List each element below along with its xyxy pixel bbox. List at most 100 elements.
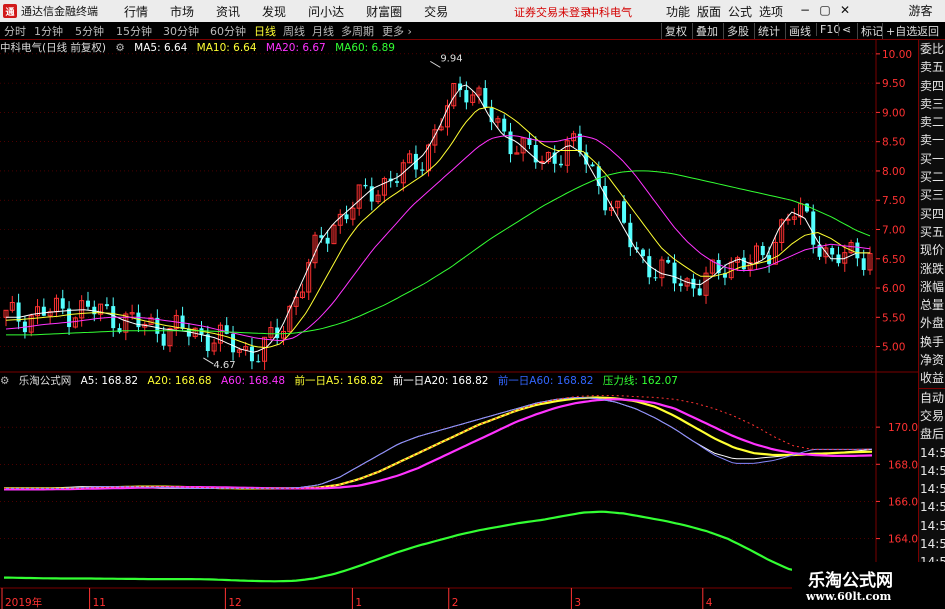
candle-body [344, 214, 349, 220]
menu-market[interactable]: 市场 [170, 3, 194, 20]
main-y-tick-label: 8.00 [882, 166, 905, 178]
mark-button[interactable]: 标记 [857, 23, 883, 39]
sidebar-time-label: 交易 [920, 408, 945, 423]
x-tick-label: 12 [228, 597, 241, 609]
high-price-label: 9.94 [440, 53, 462, 64]
candle-body [502, 118, 507, 132]
menu-formula[interactable]: 公式 [728, 3, 752, 20]
period-1min[interactable]: 1分钟 [34, 23, 63, 39]
watermark-url: www.60lt.com [806, 590, 892, 603]
candle-body [830, 247, 835, 255]
candle-body [855, 242, 860, 259]
menu-wealth-circle[interactable]: 财富圈 [366, 3, 402, 20]
add-watchlist-button[interactable]: +自选 [882, 23, 917, 39]
menu-news[interactable]: 资讯 [216, 3, 240, 20]
sidebar-quote-label: 卖二 [920, 115, 945, 130]
sidebar-quote-label: 卖四 [920, 78, 945, 93]
share-icon[interactable]: ⋖ [838, 23, 851, 36]
quote-sidebar: 委比 卖五 卖四 卖三 卖二 卖一 买一 买二 买三 买四 买五 现价 涨跌 涨幅 总量 外盘 换手 净资 收益 自… [918, 40, 945, 609]
candlestick-series [3, 76, 873, 370]
menu-discover[interactable]: 发现 [262, 3, 286, 20]
candle-body [785, 218, 791, 221]
candle-body [464, 90, 469, 103]
price-annotations: 9.94 4.67 [203, 53, 463, 371]
chart-area[interactable]: 10.00 9.50 9.00 8.50 8.00 7.50 7.00 6.50 6.00 5.5… [0, 40, 918, 609]
main-y-tick-label: 8.50 [882, 137, 905, 149]
ma-line-ma20 [5, 135, 871, 342]
stock-name-title: 中科电气 [588, 6, 632, 19]
x-tick-label: 4 [706, 597, 713, 609]
candle-body [60, 298, 65, 309]
draw-line-button[interactable]: 画线 [785, 23, 811, 39]
low-price-label: 4.67 [213, 360, 235, 371]
candle-body [622, 201, 627, 223]
indicator-name: 乐淘公式网 [18, 375, 72, 387]
back-button[interactable]: 返回 [914, 23, 939, 39]
high-marker [430, 60, 441, 68]
period-30min[interactable]: 30分钟 [163, 23, 199, 39]
candle-body [861, 258, 866, 270]
indicator-lines [4, 395, 873, 583]
trade-login-status[interactable]: 证券交易未登录 [514, 4, 591, 20]
indicator-legend: ⚙ 乐淘公式网 A5: 168.82 A20: 168.68 A60: 168.… [0, 373, 684, 389]
low-marker [203, 357, 214, 365]
candle-body [395, 181, 400, 183]
ma60-label: MA60: 6.89 [335, 42, 395, 54]
maximize-icon[interactable]: ▢ [818, 3, 832, 17]
indicator-settings-icon[interactable]: ⚙ [0, 375, 9, 387]
sidebar-quote-label: 收益 [920, 371, 945, 386]
indicator-line [4, 510, 872, 583]
candle-body [16, 302, 21, 322]
sidebar-time-label: 14:56 [920, 463, 945, 478]
indicator-y-tick-label: 168.0 [888, 459, 918, 471]
auto-trade-label[interactable]: 自动 [919, 389, 945, 407]
indicator-a60-label: A60: 168.48 [220, 375, 286, 387]
x-tick-label: 1 [355, 597, 362, 609]
guest-button[interactable]: 游客 [896, 0, 945, 22]
sidebar-quote-label: 外盘 [920, 316, 945, 331]
sidebar-quote-label: 现价 [920, 243, 945, 258]
indicator-line [4, 396, 873, 490]
close-icon[interactable]: ✕ [838, 3, 852, 17]
indicator-prev-a5-label: 前一日A5: 168.82 [294, 375, 384, 387]
main-y-tick-label: 5.00 [882, 342, 905, 354]
candle-body [653, 277, 658, 279]
menu-ask[interactable]: 问小达 [308, 3, 344, 20]
menu-trade[interactable]: 交易 [424, 3, 448, 20]
period-60min[interactable]: 60分钟 [210, 23, 246, 39]
period-monthly[interactable]: 月线 [312, 23, 334, 39]
period-15min[interactable]: 15分钟 [116, 23, 152, 39]
period-multi[interactable]: 多周期 [341, 23, 374, 39]
indicator-y-tick-label: 164.0 [888, 534, 918, 546]
period-more[interactable]: 更多 › [382, 23, 412, 39]
menu-quotes[interactable]: 行情 [124, 3, 148, 20]
candle-body [558, 163, 563, 166]
f10-button[interactable]: F10 [816, 23, 840, 36]
menu-layout[interactable]: 版面 [697, 3, 721, 20]
x-tick-label: 2 [452, 597, 459, 609]
sidebar-quote-label: 买四 [920, 206, 945, 221]
minimize-icon[interactable]: − [798, 3, 812, 17]
candle-body [741, 257, 746, 270]
period-5min[interactable]: 5分钟 [75, 23, 104, 39]
period-intraday[interactable]: 分时 [4, 23, 26, 39]
statistics-button[interactable]: 统计 [754, 23, 780, 39]
period-daily[interactable]: 日线 [254, 23, 276, 39]
main-y-axis: 10.00 9.50 9.00 8.50 8.00 7.50 7.00 6.50 6.00 5.5… [876, 49, 912, 354]
multi-stock-button[interactable]: 多股 [723, 23, 749, 39]
menu-options[interactable]: 选项 [759, 3, 783, 20]
candle-body [363, 184, 368, 187]
ma-line-ma10 [5, 106, 870, 349]
period-weekly[interactable]: 周线 [283, 23, 305, 39]
candle-body [41, 306, 46, 316]
adjust-button[interactable]: 复权 [661, 23, 687, 39]
candle-body [666, 260, 671, 263]
x-tick-label: 2019年 [5, 596, 42, 609]
menu-functions[interactable]: 功能 [666, 3, 690, 20]
overlay-button[interactable]: 叠加 [692, 23, 718, 39]
indicator-y-tick-label: 170.0 [888, 422, 918, 434]
candle-body [483, 88, 488, 108]
sidebar-quote-label: 买五 [920, 224, 945, 239]
candle-body [590, 164, 595, 167]
settings-icon[interactable]: ⚙ [115, 42, 124, 54]
